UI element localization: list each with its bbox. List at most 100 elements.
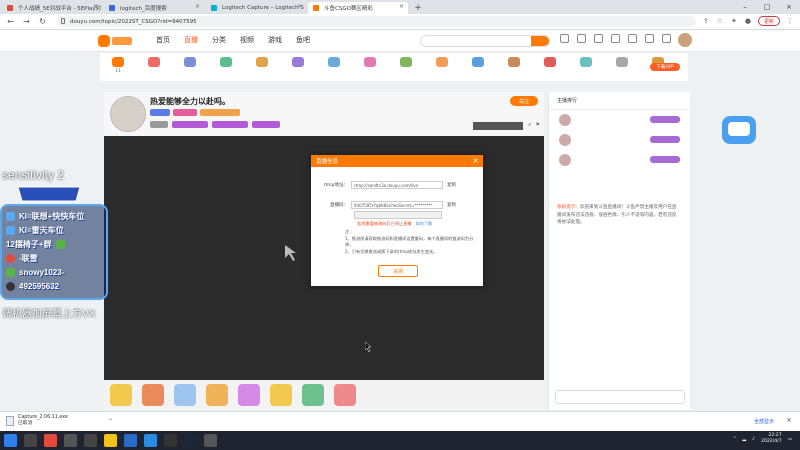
follow-icon[interactable] <box>577 34 586 43</box>
rank-row[interactable] <box>549 130 690 150</box>
tab-rank[interactable]: 主播排行 <box>557 97 577 104</box>
browser-tab[interactable]: logitech_百度搜索 × <box>104 2 204 14</box>
app-icon[interactable] <box>204 434 217 447</box>
rank-row[interactable] <box>549 150 690 170</box>
gift-item[interactable] <box>206 384 228 406</box>
key-select[interactable] <box>354 211 442 219</box>
notification-icon[interactable]: ▭ <box>788 437 792 442</box>
category-item[interactable] <box>208 53 244 81</box>
room-tag[interactable] <box>212 121 248 128</box>
room-tool[interactable] <box>473 122 524 130</box>
update-button[interactable]: 更新 <box>757 16 780 26</box>
dialog-close-button[interactable]: 关闭 <box>378 265 418 277</box>
forward-icon[interactable]: → <box>21 16 32 27</box>
app-icon[interactable] <box>84 434 97 447</box>
close-downloads-icon[interactable]: × <box>786 416 792 424</box>
category-item[interactable] <box>280 53 316 81</box>
start-icon[interactable] <box>4 434 17 447</box>
download-app-button[interactable]: 下载APP <box>650 63 680 71</box>
report-icon[interactable]: ⚑ <box>536 122 540 130</box>
gift-item[interactable] <box>334 384 356 406</box>
browser-tab[interactable]: 个人战绩_5E对战平台 - 5EPlay对 × <box>2 2 102 14</box>
volume-icon[interactable]: ♪ <box>752 437 755 442</box>
search-button[interactable] <box>531 36 549 46</box>
nav-fishbar[interactable]: 鱼吧 <box>296 35 310 45</box>
maximize-icon[interactable]: □ <box>756 0 778 14</box>
category-item[interactable] <box>532 53 568 81</box>
category-item[interactable]: 11 <box>100 53 136 81</box>
close-icon[interactable]: × <box>472 156 479 165</box>
nav-live[interactable]: 直播 <box>184 35 198 45</box>
stream-key-field[interactable]: 9407595rYqbhBos?wsSecret=********* <box>351 201 443 209</box>
share-icon[interactable]: ⇪ <box>702 17 710 25</box>
category-item[interactable] <box>424 53 460 81</box>
task-icon[interactable] <box>611 34 620 43</box>
category-item[interactable] <box>352 53 388 81</box>
explorer-icon[interactable] <box>104 434 117 447</box>
new-tab-button[interactable]: + <box>412 2 424 14</box>
copy-key-button[interactable]: 复制 <box>447 202 456 208</box>
show-all-downloads-link[interactable]: 全部显示 <box>754 418 774 425</box>
category-item[interactable] <box>388 53 424 81</box>
copy-rtmp-button[interactable]: 复制 <box>447 182 456 188</box>
download-item[interactable]: Capture_2.06.11.exe 已取消 <box>6 415 68 427</box>
bookmark-star-icon[interactable]: ☆ <box>716 17 724 25</box>
download-icon[interactable] <box>645 34 654 43</box>
app-icon[interactable] <box>164 434 177 447</box>
minimize-icon[interactable]: – <box>734 0 756 14</box>
network-icon[interactable]: ▂ <box>743 437 747 442</box>
category-item[interactable] <box>496 53 532 81</box>
chat-input[interactable] <box>555 390 685 404</box>
reload-icon[interactable]: ↻ <box>37 16 48 27</box>
rtmp-field[interactable]: rtmp://sendtc3a.douyu.com/live <box>351 181 443 189</box>
broadcast-icon[interactable] <box>628 34 637 43</box>
follow-button[interactable]: 关注 <box>510 96 538 106</box>
gift-item[interactable] <box>110 384 132 406</box>
tray-chevron-icon[interactable]: ⌃ <box>733 437 737 442</box>
history-icon[interactable] <box>560 34 569 43</box>
download-chevron-icon[interactable]: ⌃ <box>108 418 113 425</box>
message-icon[interactable] <box>594 34 603 43</box>
nav-game[interactable]: 游戏 <box>268 35 282 45</box>
browser-tab[interactable]: Logitech Capture – Logitech S × <box>206 2 306 14</box>
nav-video[interactable]: 视频 <box>240 35 254 45</box>
category-item[interactable] <box>604 53 640 81</box>
search-icon[interactable] <box>24 434 37 447</box>
category-item[interactable] <box>172 53 208 81</box>
category-item[interactable] <box>136 53 172 81</box>
profile-icon[interactable]: ● <box>744 17 752 25</box>
category-item[interactable] <box>316 53 352 81</box>
close-window-icon[interactable]: × <box>778 0 800 14</box>
rank-row[interactable] <box>549 110 690 130</box>
app-icon[interactable] <box>44 434 57 447</box>
gift-item[interactable] <box>238 384 260 406</box>
url-field[interactable]: douyu.com/topic/2022ST_CSGO?rid=9407595 <box>56 16 696 27</box>
category-item[interactable] <box>460 53 496 81</box>
category-item[interactable] <box>568 53 604 81</box>
app-icon[interactable] <box>144 434 157 447</box>
gift-item[interactable] <box>270 384 292 406</box>
steam-icon[interactable] <box>184 434 197 447</box>
clock[interactable]: 22:27 2022/4/7 <box>761 433 782 445</box>
menu-icon[interactable]: ⋮ <box>786 17 794 25</box>
nav-home[interactable]: 首页 <box>156 35 170 45</box>
chrome-icon[interactable] <box>124 434 137 447</box>
nav-category[interactable]: 分类 <box>212 35 226 45</box>
learn-more-link[interactable]: 如何了解 <box>415 221 432 226</box>
user-avatar[interactable] <box>678 33 692 47</box>
streamer-avatar[interactable] <box>110 96 146 132</box>
share-icon[interactable]: ⇗ <box>527 122 531 130</box>
tab-close-icon[interactable]: × <box>195 3 200 10</box>
site-search-input[interactable] <box>420 35 550 47</box>
gift-item[interactable] <box>142 384 164 406</box>
category-item[interactable] <box>244 53 280 81</box>
tab-close-icon[interactable]: × <box>93 3 98 10</box>
app-icon[interactable] <box>64 434 77 447</box>
browser-tab-active[interactable]: 斗鱼CSGO赛区精彩 × <box>308 2 408 14</box>
room-tag[interactable] <box>172 121 208 128</box>
live-icon[interactable] <box>662 34 671 43</box>
tab-close-icon[interactable]: × <box>399 3 404 10</box>
back-icon[interactable]: ← <box>5 16 16 27</box>
room-tag[interactable] <box>252 121 280 128</box>
gift-item[interactable] <box>174 384 196 406</box>
